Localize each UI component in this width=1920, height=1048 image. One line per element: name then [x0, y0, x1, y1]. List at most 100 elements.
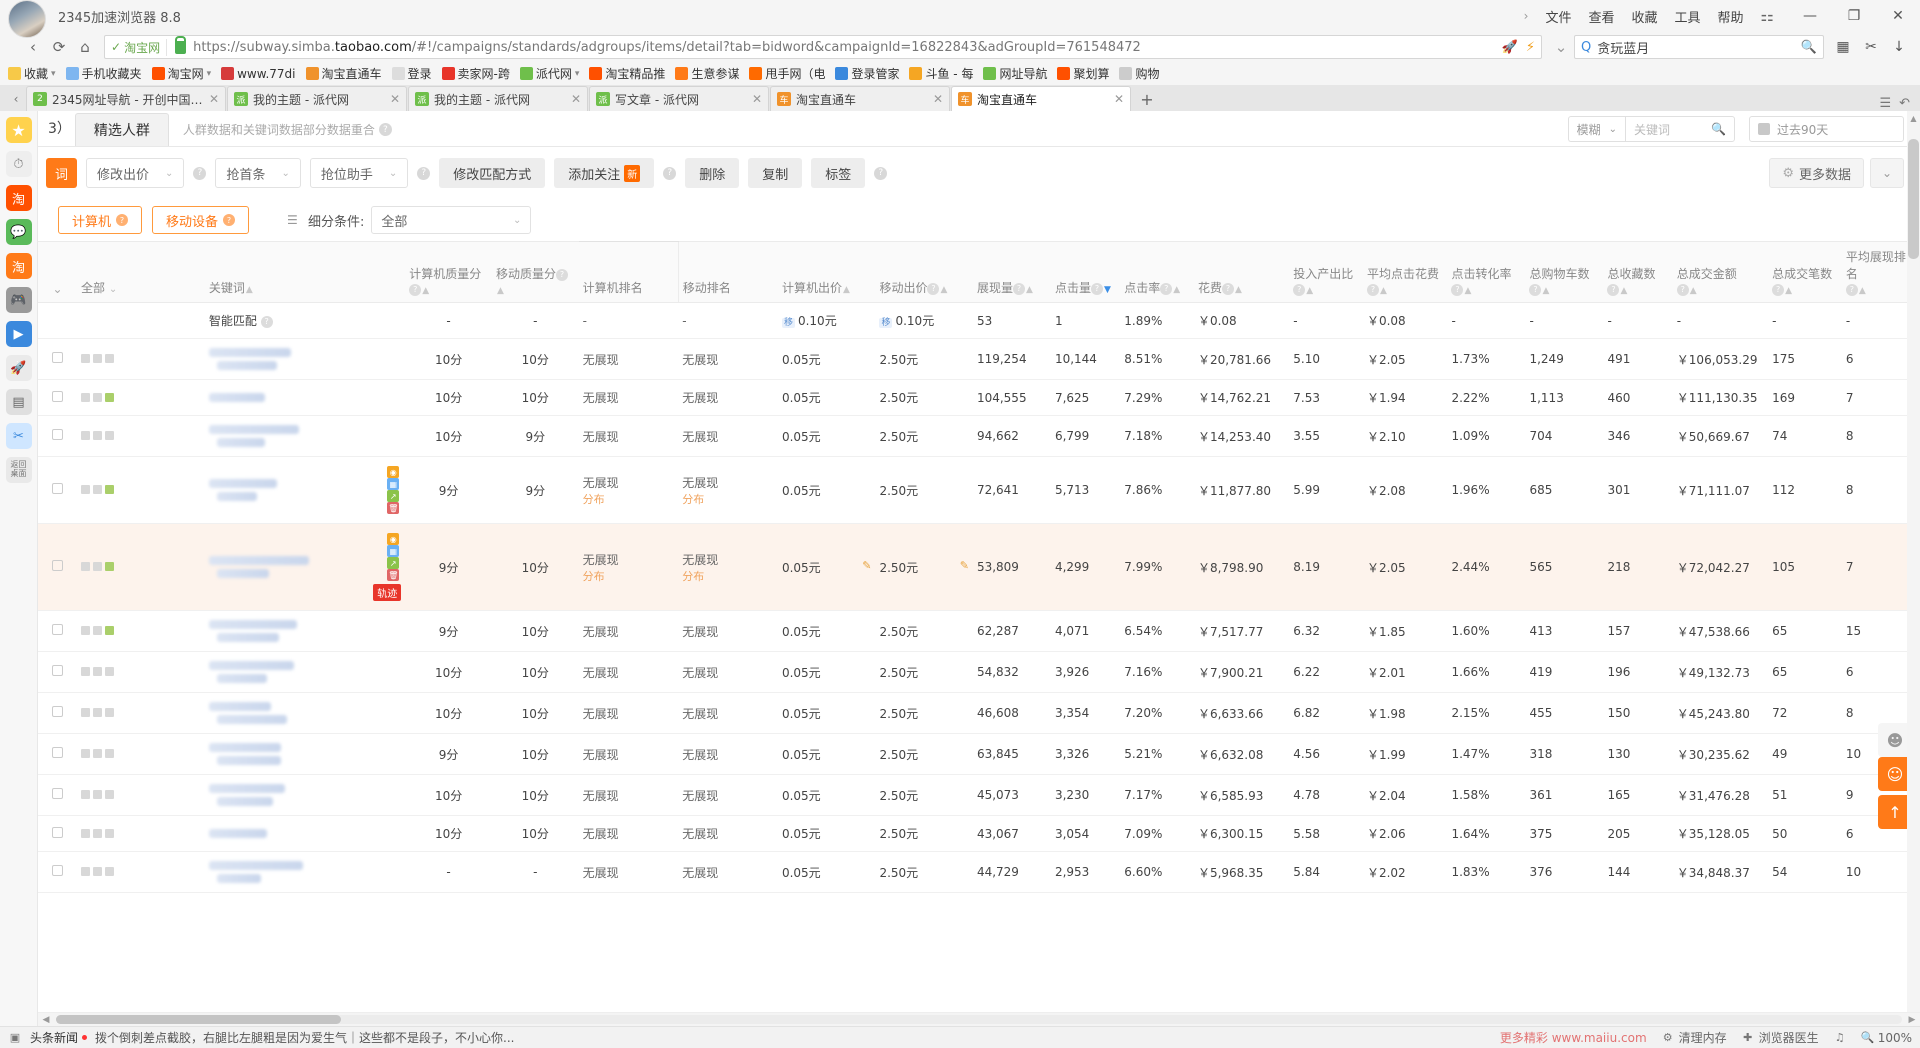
menu-item-view[interactable]: 查看 [1588, 7, 1614, 26]
close-icon[interactable]: ✕ [209, 92, 219, 106]
cell-keyword[interactable] [204, 338, 406, 380]
cell-mobile-bid[interactable]: 2.50元 ✎ [875, 523, 973, 611]
horizontal-scrollbar[interactable]: ◀ ▶ [38, 1012, 1920, 1026]
help-icon[interactable]: ? [116, 214, 129, 226]
home-icon[interactable]: ⌂ [72, 34, 98, 60]
table-row[interactable]: 10分 10分 无展现 无展现 0.05元 2.50元 45,073 3,230 7.17% ￥6… [38, 774, 1920, 816]
th-mobile-quality[interactable]: 移动质量分 ?▲ [491, 241, 579, 303]
th-mobile-rank[interactable]: 移动排名 [677, 241, 778, 303]
trend-icon[interactable]: ↗ [387, 557, 400, 569]
reload-icon[interactable]: ⟳ [46, 34, 72, 60]
menu-item-tools[interactable]: 工具 [1675, 7, 1701, 26]
cell-pc-bid[interactable]: 0.05元 [777, 692, 876, 734]
help-icon[interactable]: ? [417, 166, 431, 180]
bolt-icon[interactable]: ⚡ [1526, 40, 1535, 55]
th-roi[interactable]: 投入产出比? ▲ [1289, 241, 1363, 303]
help-icon[interactable]: ? [1090, 282, 1103, 295]
cell-mobile-bid[interactable]: 2.50元 [875, 774, 973, 816]
th-favorites[interactable]: 总收藏数? ▲ [1603, 241, 1673, 303]
cell-checkbox[interactable] [38, 456, 77, 524]
target-icon[interactable]: ◉ [387, 533, 400, 545]
cell-mobile-bid[interactable]: 2.50元 [875, 338, 973, 380]
horizontal-scroll-thumb[interactable] [56, 1015, 341, 1024]
new-tab-button[interactable]: + [1132, 87, 1162, 111]
table-row[interactable]: 9分 10分 无展现 无展现 0.05元 2.50元 63,845 3,326 5.21% ￥6,… [38, 733, 1920, 775]
modify-match-type-button[interactable]: 修改匹配方式 [439, 158, 546, 188]
cell-checkbox[interactable] [38, 733, 77, 775]
keyword-search-input[interactable]: 关键词 🔍 [1625, 116, 1735, 142]
chevron-down-icon[interactable]: ▾ [51, 69, 56, 79]
cell-mobile-bid[interactable]: 2.50元 [875, 415, 973, 457]
cell-keyword[interactable]: ◉ ▦ ↗ 🗑 轨迹 [204, 523, 406, 611]
scroll-up-icon[interactable]: ▲ [1907, 111, 1920, 125]
search-icon[interactable]: 🔍 [1711, 122, 1726, 136]
cell-pc-bid[interactable]: 0.05元 [777, 338, 876, 380]
help-icon[interactable]: ? [1160, 282, 1173, 295]
sub-condition-select[interactable]: 全部 ⌄ [371, 206, 532, 234]
bookmark-item[interactable]: 登录管家 [831, 64, 903, 83]
favorites-star-icon[interactable]: ★ [5, 117, 32, 143]
th-ctr[interactable]: 点击率? ▲ [1120, 241, 1194, 303]
copy-button[interactable]: 复制 [748, 158, 803, 188]
th-mobile-bid[interactable]: 移动出价? ▲ [875, 241, 973, 303]
tab-restore-icon[interactable]: ↶ [1899, 96, 1910, 111]
cell-mobile-bid[interactable]: 2.50元 [875, 379, 973, 416]
horizontal-scroll-track[interactable] [56, 1015, 1902, 1024]
delete-icon[interactable]: 🗑 [387, 502, 400, 514]
cell-keyword[interactable] [204, 379, 406, 416]
cell-pc-bid[interactable]: 0.05元 [777, 733, 876, 775]
toolbar-collapse-button[interactable]: ⌄ [1870, 158, 1904, 188]
cell-checkbox[interactable] [38, 379, 77, 416]
scissors-icon[interactable]: ✂ [1858, 34, 1884, 60]
news-panel-icon[interactable]: ▣ [8, 1031, 22, 1045]
table-row[interactable]: ◉ ▦ ↗ 🗑 9分 9分 无展现 分布 无展现 分布 0.05元 2.50元 72,641 5,713 7… [38, 456, 1920, 524]
cell-keyword[interactable] [204, 692, 406, 734]
table-row[interactable]: 10分 10分 无展现 无展现 0.05元 2.50元 54,832 3,926 7.16% ￥7… [38, 651, 1920, 693]
browser-doctor-button[interactable]: ✚ 浏览器医生 [1741, 1029, 1819, 1046]
modify-bid-button[interactable]: 修改出价 ⌄ [86, 158, 185, 188]
maximize-button[interactable]: ❐ [1832, 1, 1876, 31]
th-orders[interactable]: 总成交笔数? ▲ [1768, 241, 1842, 303]
th-expand[interactable]: ⌄ [38, 241, 77, 303]
search-icon[interactable]: 🔍 [1801, 40, 1817, 55]
close-icon[interactable]: ✕ [933, 92, 943, 106]
th-pc-bid[interactable]: 计算机出价▲ [777, 241, 876, 303]
cell-pc-bid[interactable]: 0.05元 [777, 851, 876, 893]
th-impressions[interactable]: 展现量? ▲ [972, 241, 1051, 303]
th-pc-quality[interactable]: 计算机质量分? ▲ [405, 241, 492, 303]
close-icon[interactable]: ✕ [752, 92, 762, 106]
menu-item-file[interactable]: 文件 [1545, 7, 1571, 26]
cell-pc-bid[interactable]: 0.05元 [777, 415, 876, 457]
help-icon[interactable]: ? [1221, 282, 1234, 295]
minimize-button[interactable]: — [1788, 1, 1832, 31]
match-type-select[interactable]: 模糊 ⌄ [1567, 116, 1625, 142]
browser-search-value[interactable]: 贪玩蓝月 [1597, 38, 1795, 57]
table-row[interactable]: ◉ ▦ ↗ 🗑 轨迹 9分 10分 无展现 分布 无展现 分布 0.05元 ✎ 2.50元 ✎ 53,809 4… [38, 523, 1920, 611]
close-icon[interactable]: ✕ [390, 92, 400, 106]
cell-mobile-bid[interactable]: 2.50元 [875, 733, 973, 775]
bookmark-item[interactable]: www.77di [217, 66, 299, 82]
cell-checkbox[interactable] [38, 651, 77, 693]
browser-search-box[interactable]: Q 贪玩蓝月 🔍 [1574, 35, 1824, 59]
news-badge[interactable]: 头条新闻 [30, 1029, 88, 1046]
browser-tab[interactable]: 派我的主题 - 派代网 ✕ [408, 86, 588, 111]
bookmark-item[interactable]: 淘宝网 ▾ [148, 64, 216, 83]
bookmark-item[interactable]: 淘宝精品推 [585, 64, 669, 83]
help-icon[interactable]: ? [1772, 283, 1785, 296]
bookmark-item[interactable]: 聚划算 [1053, 64, 1113, 83]
cell-checkbox[interactable] [38, 338, 77, 380]
cell-keyword[interactable] [204, 415, 406, 457]
cell-mobile-bid[interactable]: 2.50元 [875, 815, 973, 852]
taobao2-icon[interactable]: 淘 [5, 253, 32, 279]
zoom-indicator[interactable]: 🔍 100% [1861, 1031, 1912, 1045]
more-data-button[interactable]: ⚙ 更多数据 [1769, 158, 1864, 188]
cell-keyword[interactable] [204, 733, 406, 775]
cell-keyword[interactable] [204, 851, 406, 893]
tool-icon[interactable]: ✂ [5, 423, 32, 449]
cell-pc-bid[interactable]: 移 0.10元 [777, 302, 876, 339]
cell-pc-bid[interactable]: 0.05元 [777, 651, 876, 693]
tag-button[interactable]: 标签 [811, 158, 866, 188]
close-icon[interactable]: ✕ [1114, 92, 1124, 106]
browser-tab[interactable]: 派我的主题 - 派代网 ✕ [227, 86, 407, 111]
help-icon[interactable]: ? [874, 166, 888, 180]
